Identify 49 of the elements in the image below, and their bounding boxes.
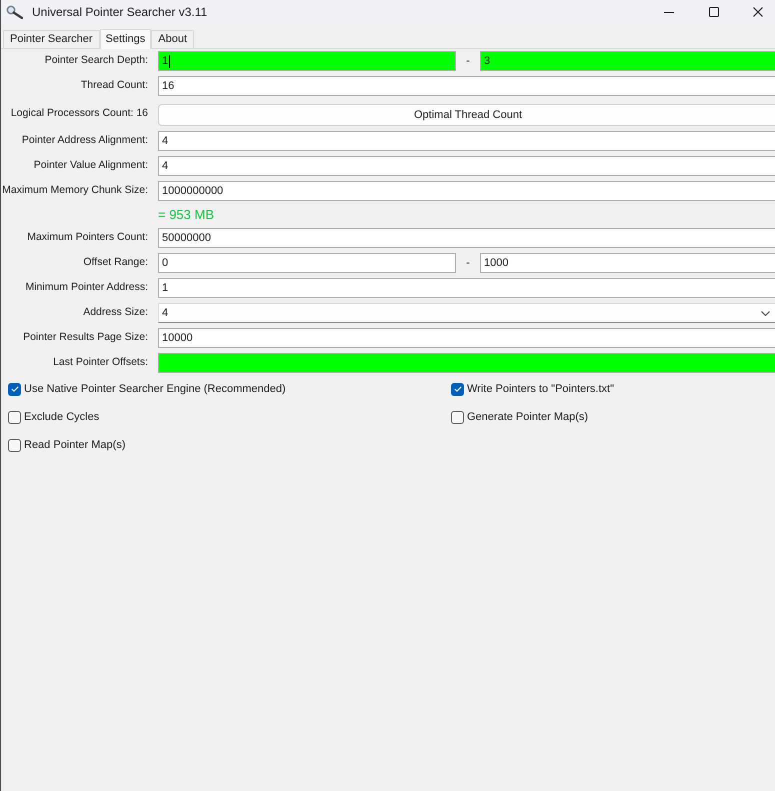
text-field[interactable]: 4 <box>158 156 775 176</box>
text-field[interactable] <box>158 353 775 374</box>
field-label: Pointer Results Page Size: <box>22 330 148 346</box>
field-label: Logical Processors Count: 16 <box>10 106 148 122</box>
checkmark-icon <box>10 386 18 392</box>
checkbox-label[interactable]: Write Pointers to "Pointers.txt" <box>467 381 614 398</box>
field-label: Last Pointer Offsets: <box>52 355 148 370</box>
text-field[interactable]: 1 <box>158 51 456 71</box>
tab[interactable]: Pointer Searcher <box>3 30 100 48</box>
chevron-down-icon <box>761 310 770 316</box>
window-title: Universal Pointer Searcher v3.11 <box>32 4 208 21</box>
field-label: Pointer Address Alignment: <box>20 133 148 148</box>
text-field[interactable]: 16 <box>158 76 775 96</box>
text-field[interactable]: 10000 <box>158 328 775 348</box>
checkbox[interactable] <box>451 382 464 396</box>
checkbox-label[interactable]: Exclude Cycles <box>24 409 100 426</box>
tab[interactable]: Settings <box>100 29 152 49</box>
optimal-thread-count-button[interactable]: Optimal Thread Count <box>158 104 775 126</box>
field-label: Minimum Pointer Address: <box>24 280 148 296</box>
text-field[interactable]: 4 <box>158 131 775 152</box>
field-label: Maximum Memory Chunk Size: <box>1 183 148 198</box>
checkbox-label[interactable]: Read Pointer Map(s) <box>24 437 126 454</box>
field-label: Pointer Search Depth: <box>44 53 148 68</box>
field-label: Offset Range: <box>82 255 148 270</box>
field-label: Pointer Value Alignment: <box>32 158 148 174</box>
checkbox[interactable] <box>8 410 21 424</box>
text-field[interactable]: 1 <box>158 278 775 298</box>
text-field[interactable]: 1000 <box>480 253 775 274</box>
checkbox[interactable] <box>451 410 464 424</box>
text-field[interactable]: 3 <box>480 51 775 71</box>
checkbox[interactable] <box>8 438 21 452</box>
text-field[interactable]: 50000000 <box>158 228 775 248</box>
range-separator: - <box>465 256 471 271</box>
checkbox-label[interactable]: Generate Pointer Map(s) <box>467 409 588 426</box>
field-label: Maximum Pointers Count: <box>26 230 148 246</box>
text-field[interactable]: 0 <box>158 253 456 274</box>
tab[interactable]: About <box>151 30 194 48</box>
range-separator: - <box>465 54 471 69</box>
dropdown[interactable]: 4 <box>158 303 775 324</box>
text-field[interactable]: 1000000000 <box>158 181 775 202</box>
size-note: = 953 MB <box>158 206 214 222</box>
field-label: Address Size: <box>82 305 148 320</box>
magnifier-icon <box>6 5 23 19</box>
checkbox[interactable] <box>8 382 21 396</box>
field-label: Thread Count: <box>80 78 148 94</box>
checkmark-icon <box>454 386 462 392</box>
checkbox-label[interactable]: Use Native Pointer Searcher Engine (Recommended) <box>24 381 286 398</box>
close-icon <box>753 7 763 17</box>
maximize-icon <box>708 7 718 17</box>
